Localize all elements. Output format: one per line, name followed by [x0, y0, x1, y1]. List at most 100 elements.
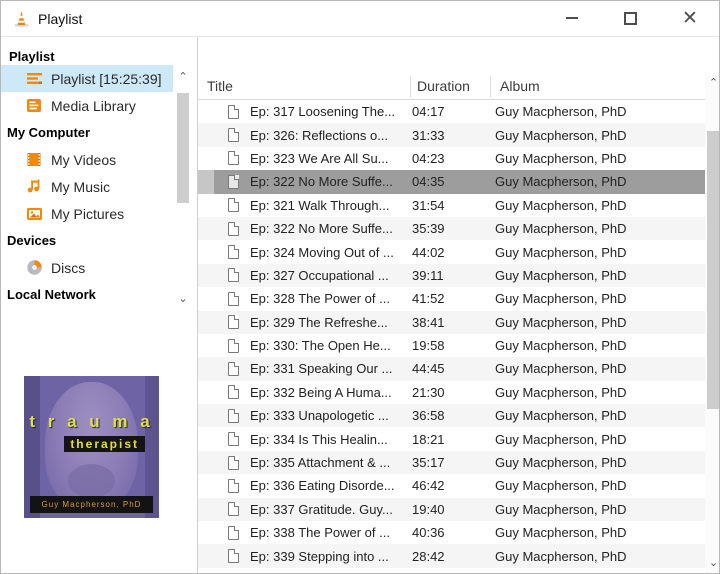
row-duration: 41:52: [412, 291, 495, 306]
table-row[interactable]: Ep: 336 Eating Disorde... 46:42 Guy Macp…: [198, 474, 705, 497]
file-icon: [228, 151, 239, 165]
sidebar-item-label: My Music: [51, 179, 110, 195]
maximize-button[interactable]: [607, 1, 653, 35]
title-bar: Playlist ✕: [1, 1, 720, 37]
table-row[interactable]: Ep: 321 Walk Through... 31:54 Guy Macphe…: [198, 194, 705, 217]
table-row[interactable]: Ep: 328 The Power of ... 41:52 Guy Macph…: [198, 287, 705, 310]
sidebar-scrollbar-thumb[interactable]: [177, 93, 189, 203]
sidebar-item-discs[interactable]: Discs: [1, 254, 197, 281]
row-duration: 19:58: [412, 338, 495, 353]
table-row[interactable]: Ep: 331 Speaking Our ... 44:45 Guy Macph…: [198, 357, 705, 380]
row-duration: 04:23: [412, 151, 495, 166]
column-header-title[interactable]: Title: [207, 78, 233, 94]
row-title: Ep: 328 The Power of ...: [250, 291, 412, 306]
file-icon: [228, 339, 239, 353]
table-row[interactable]: Ep: 317 Loosening The... 04:17 Guy Macph…: [198, 100, 705, 123]
row-duration: 39:11: [412, 268, 495, 283]
table-row[interactable]: Ep: 326: Reflections o... 31:33 Guy Macp…: [198, 123, 705, 146]
sidebar-section-local-network: Local Network: [1, 281, 197, 308]
row-title: Ep: 317 Loosening The...: [250, 104, 412, 119]
row-title: Ep: 322 No More Suffe...: [250, 221, 412, 236]
pictures-icon: [25, 205, 43, 223]
file-icon: [228, 362, 239, 376]
window-title: Playlist: [38, 11, 82, 27]
row-album: Guy Macpherson, PhD: [495, 104, 705, 119]
row-title: Ep: 330: The Open He...: [250, 338, 412, 353]
sidebar-item-my-videos[interactable]: My Videos: [1, 146, 197, 173]
row-album: Guy Macpherson, PhD: [495, 268, 705, 283]
row-duration: 04:35: [412, 174, 495, 189]
row-duration: 38:41: [412, 315, 495, 330]
table-row[interactable]: Ep: 335 Attachment & ... 35:17 Guy Macph…: [198, 451, 705, 474]
sidebar-scroll-up-icon[interactable]: ⌃: [175, 69, 191, 85]
row-album: Guy Macpherson, PhD: [495, 549, 705, 564]
row-duration: 18:21: [412, 432, 495, 447]
table-row[interactable]: Ep: 338 The Power of ... 40:36 Guy Macph…: [198, 521, 705, 544]
minimize-button[interactable]: [549, 1, 595, 35]
row-album: Guy Macpherson, PhD: [495, 315, 705, 330]
sidebar-item-label: Media Library: [51, 98, 136, 114]
table-row[interactable]: Ep: 339 Stepping into ... 28:42 Guy Macp…: [198, 544, 705, 567]
row-album: Guy Macpherson, PhD: [495, 455, 705, 470]
sidebar-item-media-library[interactable]: Media Library: [1, 92, 197, 119]
table-row[interactable]: Ep: 332 Being A Huma... 21:30 Guy Macphe…: [198, 381, 705, 404]
sidebar-title: Playlist: [3, 43, 55, 70]
row-title: Ep: 339 Stepping into ...: [250, 549, 412, 564]
album-art: t r a u m a therapist Guy Macpherson, Ph…: [24, 376, 159, 518]
row-duration: 35:39: [412, 221, 495, 236]
sidebar-item-label: Playlist [15:25:39]: [51, 71, 162, 87]
videos-icon: [25, 151, 43, 169]
file-icon: [228, 105, 239, 119]
file-icon: [228, 175, 239, 189]
file-icon: [228, 222, 239, 236]
table-row[interactable]: Ep: 323 We Are All Su... 04:23 Guy Macph…: [198, 147, 705, 170]
file-icon: [228, 479, 239, 493]
table-scrollbar[interactable]: ⌃ ⌄: [705, 73, 720, 574]
close-button[interactable]: ✕: [667, 1, 713, 35]
table-row[interactable]: Ep: 334 Is This Healin... 18:21 Guy Macp…: [198, 427, 705, 450]
column-header-album[interactable]: Album: [500, 78, 540, 94]
column-header-duration[interactable]: Duration: [417, 78, 470, 94]
row-duration: 31:33: [412, 128, 495, 143]
row-title: Ep: 334 Is This Healin...: [250, 432, 412, 447]
column-divider: [410, 76, 411, 97]
table-row[interactable]: Ep: 324 Moving Out of ... 44:02 Guy Macp…: [198, 240, 705, 263]
scroll-up-icon[interactable]: ⌃: [705, 75, 720, 91]
row-duration: 40:36: [412, 525, 495, 540]
row-title: Ep: 324 Moving Out of ...: [250, 245, 412, 260]
row-duration: 19:40: [412, 502, 495, 517]
table-row[interactable]: Ep: 322 No More Suffe... 35:39 Guy Macph…: [198, 217, 705, 240]
row-title: Ep: 336 Eating Disorde...: [250, 478, 412, 493]
file-icon: [228, 245, 239, 259]
row-album: Guy Macpherson, PhD: [495, 198, 705, 213]
table-row[interactable]: Ep: 322 No More Suffe... 04:35 Guy Macph…: [198, 170, 705, 193]
file-icon: [228, 268, 239, 282]
row-duration: 44:02: [412, 245, 495, 260]
table-row[interactable]: Ep: 327 Occupational ... 39:11 Guy Macph…: [198, 264, 705, 287]
row-duration: 44:45: [412, 361, 495, 376]
scroll-down-icon[interactable]: ⌄: [705, 555, 720, 571]
table-row[interactable]: Ep: 340 ... Guy Macpherson, PhD: [198, 568, 705, 574]
minimize-icon: [566, 17, 578, 19]
table-row[interactable]: Ep: 337 Gratitude. Guy... 19:40 Guy Macp…: [198, 498, 705, 521]
sidebar: Playlist [15:25:39] Media Library My Com…: [1, 37, 197, 574]
table-row[interactable]: Ep: 329 The Refreshe... 38:41 Guy Macphe…: [198, 311, 705, 334]
file-icon: [228, 432, 239, 446]
sidebar-section-devices: Devices: [1, 227, 197, 254]
table-scrollbar-thumb[interactable]: [707, 131, 720, 409]
row-title: Ep: 327 Occupational ...: [250, 268, 412, 283]
table-row[interactable]: Ep: 330: The Open He... 19:58 Guy Macphe…: [198, 334, 705, 357]
playlist-table: Title Duration Album Ep: 317 Loosening T…: [197, 37, 720, 574]
row-duration: 04:17: [412, 104, 495, 119]
table-row[interactable]: Ep: 333 Unapologetic ... 36:58 Guy Macph…: [198, 404, 705, 427]
row-duration: 31:54: [412, 198, 495, 213]
sidebar-scroll-down-icon[interactable]: ⌄: [175, 291, 191, 307]
row-duration: 36:58: [412, 408, 495, 423]
row-album: Guy Macpherson, PhD: [495, 128, 705, 143]
table-header: Title Duration Album: [198, 73, 720, 100]
vlc-cone-icon: [13, 10, 30, 33]
row-title: Ep: 333 Unapologetic ...: [250, 408, 412, 423]
sidebar-item-my-pictures[interactable]: My Pictures: [1, 200, 197, 227]
sidebar-item-label: My Pictures: [51, 206, 124, 222]
sidebar-item-my-music[interactable]: My Music: [1, 173, 197, 200]
